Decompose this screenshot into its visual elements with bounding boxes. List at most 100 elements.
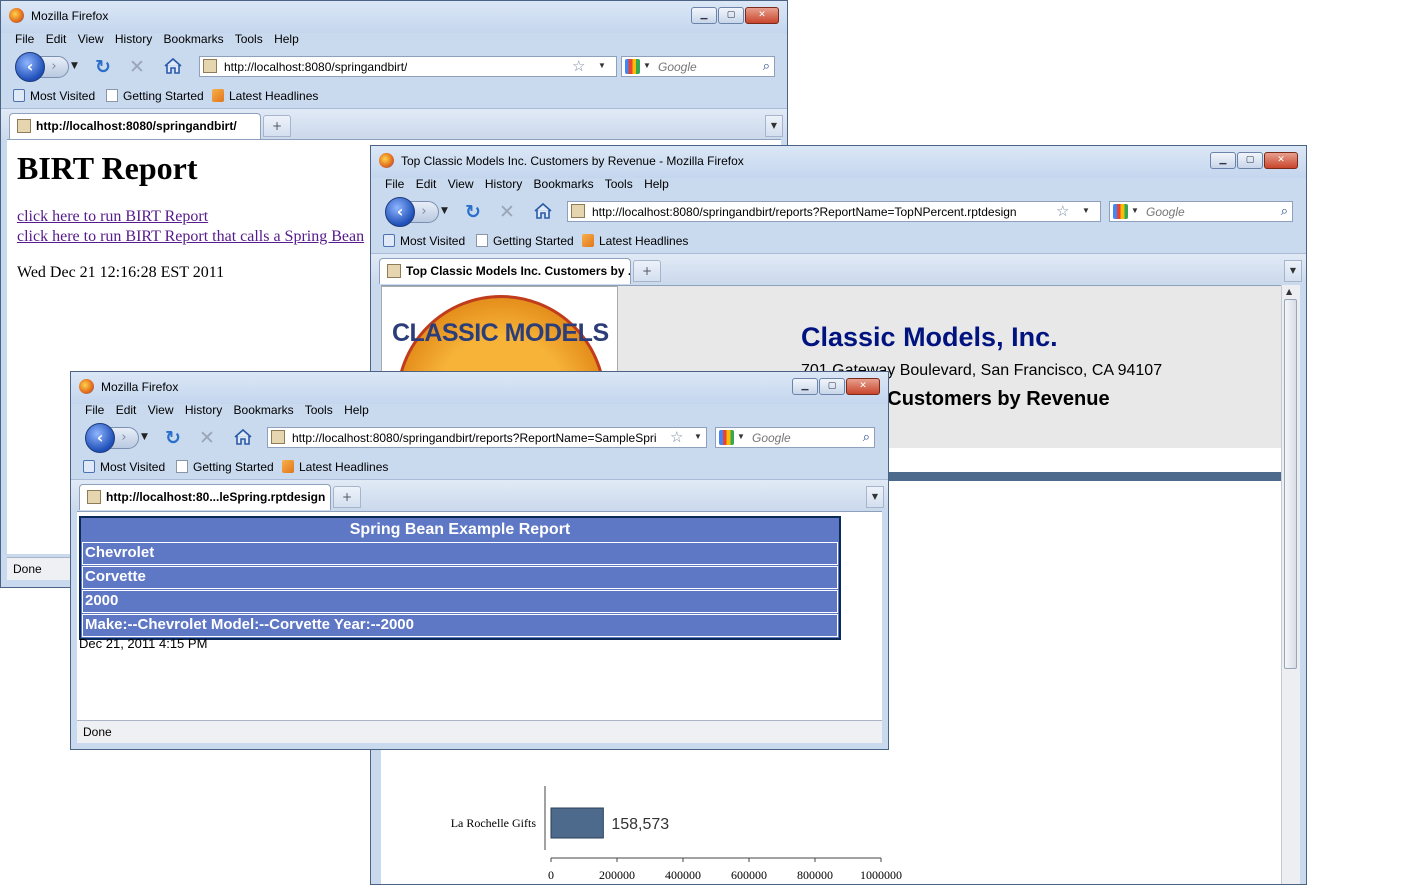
rss-icon bbox=[282, 460, 294, 473]
menu-help[interactable]: Help bbox=[274, 32, 299, 46]
search-engine-dropdown-icon[interactable]: ▼ bbox=[643, 61, 651, 70]
menu-help[interactable]: Help bbox=[644, 177, 669, 191]
url-text: http://localhost:8080/springandbirt/repo… bbox=[592, 205, 1017, 219]
scroll-thumb[interactable] bbox=[1284, 299, 1297, 669]
bookmarks-toolbar: Most Visited Getting Started Latest Head… bbox=[1, 85, 787, 107]
tab-list-icon[interactable]: ▼ bbox=[1284, 260, 1302, 282]
bookmark-star-icon[interactable]: ☆ bbox=[572, 57, 585, 75]
run-birt-report-link[interactable]: click here to run BIRT Report bbox=[17, 208, 208, 226]
maximize-button[interactable]: ▢ bbox=[718, 7, 744, 24]
menu-tools[interactable]: Tools bbox=[305, 403, 333, 417]
close-button[interactable]: ✕ bbox=[846, 378, 880, 395]
title-bar[interactable]: Mozilla Firefox ▁ ▢ ✕ bbox=[1, 1, 787, 33]
search-icon[interactable]: ⌕ bbox=[763, 58, 770, 74]
back-button[interactable]: ‹ bbox=[15, 52, 45, 82]
search-box[interactable]: ▼ Google ⌕ bbox=[715, 427, 875, 448]
bookmark-most-visited[interactable]: Most Visited bbox=[83, 460, 165, 474]
home-icon[interactable] bbox=[233, 428, 253, 446]
title-bar[interactable]: Top Classic Models Inc. Customers by Rev… bbox=[371, 146, 1306, 178]
close-button[interactable]: ✕ bbox=[745, 7, 779, 24]
new-tab-button[interactable]: + bbox=[263, 115, 291, 137]
menu-bookmarks[interactable]: Bookmarks bbox=[164, 32, 224, 46]
home-icon[interactable] bbox=[163, 57, 183, 75]
menu-view[interactable]: View bbox=[448, 177, 474, 191]
bookmark-latest-headlines[interactable]: Latest Headlines bbox=[582, 234, 688, 248]
close-button[interactable]: ✕ bbox=[1264, 152, 1298, 169]
menu-file[interactable]: File bbox=[85, 403, 104, 417]
menu-history[interactable]: History bbox=[115, 32, 152, 46]
search-icon[interactable]: ⌕ bbox=[863, 429, 870, 445]
bookmark-most-visited[interactable]: Most Visited bbox=[13, 89, 95, 103]
search-engine-dropdown-icon[interactable]: ▼ bbox=[1131, 206, 1139, 215]
menu-edit[interactable]: Edit bbox=[416, 177, 437, 191]
bookmark-star-icon[interactable]: ☆ bbox=[670, 428, 683, 446]
history-dropdown-icon[interactable]: ▼ bbox=[71, 61, 78, 71]
menu-history[interactable]: History bbox=[485, 177, 522, 191]
home-icon[interactable] bbox=[533, 202, 553, 220]
logo-text: CLASSIC MODELS bbox=[392, 319, 609, 347]
bookmark-latest-headlines[interactable]: Latest Headlines bbox=[212, 89, 318, 103]
url-bar[interactable]: http://localhost:8080/springandbirt/ ☆ ▼ bbox=[199, 56, 617, 77]
page-icon bbox=[106, 89, 118, 102]
reload-icon[interactable]: ↻ bbox=[95, 56, 111, 78]
menu-view[interactable]: View bbox=[148, 403, 174, 417]
tab-active[interactable]: Top Classic Models Inc. Customers by ... bbox=[379, 258, 631, 284]
tab-list-icon[interactable]: ▼ bbox=[765, 115, 783, 137]
search-icon[interactable]: ⌕ bbox=[1281, 203, 1288, 219]
tab-list-icon[interactable]: ▼ bbox=[866, 486, 884, 508]
reload-icon[interactable]: ↻ bbox=[165, 427, 181, 449]
bookmark-getting-started[interactable]: Getting Started bbox=[106, 89, 204, 103]
menu-bookmarks[interactable]: Bookmarks bbox=[234, 403, 294, 417]
url-dropdown-icon[interactable]: ▼ bbox=[1082, 206, 1090, 215]
nav-toolbar: › ‹ ▼ ↻ ✕ http://localhost:8080/springan… bbox=[381, 196, 1306, 228]
stop-icon[interactable]: ✕ bbox=[199, 427, 215, 449]
new-tab-button[interactable]: + bbox=[333, 486, 361, 508]
url-dropdown-icon[interactable]: ▼ bbox=[694, 432, 702, 441]
minimize-button[interactable]: ▁ bbox=[691, 7, 717, 24]
menu-tools[interactable]: Tools bbox=[235, 32, 263, 46]
history-dropdown-icon[interactable]: ▼ bbox=[141, 432, 148, 442]
search-box[interactable]: ▼ Google ⌕ bbox=[621, 56, 775, 77]
menu-edit[interactable]: Edit bbox=[116, 403, 137, 417]
menu-view[interactable]: View bbox=[78, 32, 104, 46]
back-button[interactable]: ‹ bbox=[385, 197, 415, 227]
x-tick-label: 800000 bbox=[797, 868, 833, 882]
vertical-scrollbar[interactable]: ▲ bbox=[1281, 285, 1300, 884]
bookmark-most-visited[interactable]: Most Visited bbox=[383, 234, 465, 248]
menu-edit[interactable]: Edit bbox=[46, 32, 67, 46]
scroll-up-icon[interactable]: ▲ bbox=[1286, 287, 1292, 296]
bookmark-getting-started[interactable]: Getting Started bbox=[476, 234, 574, 248]
menu-file[interactable]: File bbox=[385, 177, 404, 191]
maximize-button[interactable]: ▢ bbox=[819, 378, 845, 395]
window-title: Mozilla Firefox bbox=[101, 380, 179, 394]
maximize-button[interactable]: ▢ bbox=[1237, 152, 1263, 169]
tab-active[interactable]: http://localhost:80...leSpring.rptdesign bbox=[79, 484, 331, 510]
menu-help[interactable]: Help bbox=[344, 403, 369, 417]
menu-tools[interactable]: Tools bbox=[605, 177, 633, 191]
menu-file[interactable]: File bbox=[15, 32, 34, 46]
tab-active[interactable]: http://localhost:8080/springandbirt/ bbox=[9, 113, 261, 139]
title-bar[interactable]: Mozilla Firefox ▁ ▢ ✕ bbox=[71, 372, 888, 404]
run-spring-bean-report-link[interactable]: click here to run BIRT Report that calls… bbox=[17, 228, 364, 246]
data-label: 158,573 bbox=[611, 816, 669, 833]
bookmark-star-icon[interactable]: ☆ bbox=[1056, 202, 1069, 220]
stop-icon[interactable]: ✕ bbox=[129, 56, 145, 78]
url-bar[interactable]: http://localhost:8080/springandbirt/repo… bbox=[567, 201, 1101, 222]
menu-bookmarks[interactable]: Bookmarks bbox=[534, 177, 594, 191]
table-row: Corvette bbox=[82, 566, 838, 589]
bookmark-getting-started[interactable]: Getting Started bbox=[176, 460, 274, 474]
url-dropdown-icon[interactable]: ▼ bbox=[598, 61, 606, 70]
bookmark-latest-headlines[interactable]: Latest Headlines bbox=[282, 460, 388, 474]
menu-history[interactable]: History bbox=[185, 403, 222, 417]
minimize-button[interactable]: ▁ bbox=[792, 378, 818, 395]
minimize-button[interactable]: ▁ bbox=[1210, 152, 1236, 169]
url-bar[interactable]: http://localhost:8080/springandbirt/repo… bbox=[267, 427, 707, 448]
stop-icon[interactable]: ✕ bbox=[499, 201, 515, 223]
menu-bar: File Edit View History Bookmarks Tools H… bbox=[385, 177, 677, 195]
search-engine-dropdown-icon[interactable]: ▼ bbox=[737, 432, 745, 441]
history-dropdown-icon[interactable]: ▼ bbox=[441, 206, 448, 216]
reload-icon[interactable]: ↻ bbox=[465, 201, 481, 223]
back-button[interactable]: ‹ bbox=[85, 423, 115, 453]
search-box[interactable]: ▼ Google ⌕ bbox=[1109, 201, 1293, 222]
new-tab-button[interactable]: + bbox=[633, 260, 661, 282]
